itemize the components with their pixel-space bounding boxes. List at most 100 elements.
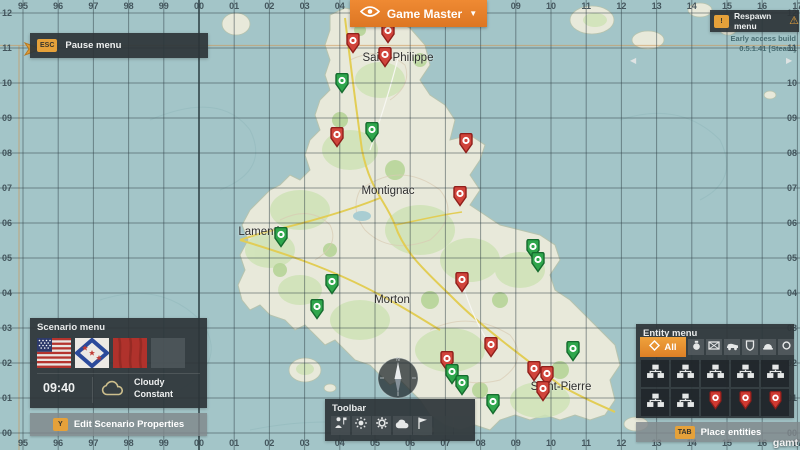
tab-all[interactable]: All — [640, 337, 686, 357]
fia-flag[interactable] — [75, 338, 109, 368]
entity-cell-group[interactable] — [671, 360, 699, 387]
entity-nav-right[interactable]: ▶ — [786, 56, 792, 65]
grid-label: 06 — [787, 218, 797, 228]
entity-cell-red-shield[interactable] — [731, 389, 759, 416]
grid-label: 95 — [18, 1, 28, 11]
entity-nav-left[interactable]: ◀ — [630, 56, 636, 65]
map-marker-red[interactable] — [458, 133, 474, 154]
grid-label: 99 — [159, 438, 169, 448]
grid-label: 09 — [787, 113, 797, 123]
grid-label: 97 — [88, 1, 98, 11]
entity-cell-group[interactable] — [701, 360, 729, 387]
entity-category-tabs: All — [640, 337, 794, 357]
toolbar-button-weather[interactable] — [393, 416, 412, 435]
map-marker-green[interactable] — [485, 394, 501, 415]
entity-cell-group[interactable] — [641, 389, 669, 416]
toolbar-empty-slot — [454, 416, 473, 435]
us-flag[interactable] — [37, 338, 71, 368]
grid-label: 95 — [18, 438, 28, 448]
map-marker-green[interactable] — [454, 375, 470, 396]
map-marker-green[interactable] — [565, 341, 581, 362]
grid-label: 10 — [787, 78, 797, 88]
map-marker-red[interactable] — [329, 127, 345, 148]
map-marker-green[interactable] — [334, 73, 350, 94]
toolbar-button-gear[interactable] — [372, 416, 391, 435]
grid-label: 14 — [687, 1, 697, 11]
weather-icon — [395, 417, 410, 435]
game-master-banner[interactable]: Game Master ▼ — [350, 0, 487, 27]
group-icon — [646, 363, 665, 385]
grid-label: 10 — [546, 438, 556, 448]
grid-label: 00 — [194, 1, 204, 11]
pause-menu-bar[interactable]: ESC Pause menu — [30, 33, 208, 58]
warning-icon: ⚠ — [789, 16, 799, 27]
entity-grid — [641, 360, 789, 416]
map-marker-green[interactable] — [273, 227, 289, 248]
grid-label: 98 — [124, 438, 134, 448]
entity-tab-helmet[interactable] — [760, 339, 776, 355]
map-marker-green[interactable] — [324, 274, 340, 295]
entity-cell-group[interactable] — [641, 360, 669, 387]
entity-tab-crate[interactable] — [706, 339, 722, 355]
circle-icon — [781, 338, 792, 356]
grid-label: 01 — [229, 1, 239, 11]
place-entities-label: Place entities — [701, 427, 762, 438]
build-info-line2: 0.5.1.41 [Steam] — [731, 44, 796, 54]
map-marker-green[interactable] — [530, 252, 546, 273]
grid-label: 00 — [2, 428, 12, 438]
map-marker-red[interactable] — [377, 47, 393, 68]
grid-label: 12 — [616, 438, 626, 448]
map-marker-green[interactable] — [309, 299, 325, 320]
crate-icon — [708, 338, 720, 356]
map-marker-red[interactable] — [535, 381, 551, 402]
entity-tab-circle[interactable] — [778, 339, 794, 355]
grid-label: 01 — [229, 438, 239, 448]
grid-label: 04 — [787, 288, 797, 298]
red-flag[interactable] — [113, 338, 147, 368]
grid-label: 10 — [2, 78, 12, 88]
grid-label: 07 — [2, 183, 12, 193]
grid-label: 97 — [88, 438, 98, 448]
empty-slot[interactable] — [151, 338, 185, 368]
entity-tab-grenade[interactable] — [688, 339, 704, 355]
grid-label: 04 — [2, 288, 12, 298]
game-master-screen: 9596979899000102030405060708091011121314… — [0, 0, 800, 450]
esc-key-badge: ESC — [37, 39, 57, 52]
map-marker-red[interactable] — [483, 337, 499, 358]
group-icon — [676, 392, 695, 414]
toolbar-button-players[interactable] — [331, 416, 350, 435]
grid-label: 02 — [2, 358, 12, 368]
grid-label: 11 — [2, 43, 12, 53]
map-marker-red[interactable] — [345, 33, 361, 54]
pause-menu-label: Pause menu — [65, 40, 121, 51]
grid-label: 02 — [264, 1, 274, 11]
entity-cell-group[interactable] — [671, 389, 699, 416]
grid-label: 01 — [2, 393, 12, 403]
map-marker-green[interactable] — [364, 122, 380, 143]
toolbar-button-flag[interactable] — [413, 416, 432, 435]
edit-scenario-properties-button[interactable]: Y Edit Scenario Properties — [30, 413, 207, 436]
entity-cell-red-shield[interactable] — [701, 389, 729, 416]
map-marker-red[interactable] — [452, 186, 468, 207]
helmet-icon — [762, 338, 774, 356]
grid-label: 96 — [53, 438, 63, 448]
town-label-morton: Morton — [374, 294, 410, 306]
entity-tab-shield[interactable] — [742, 339, 758, 355]
entity-tab-vehicle[interactable] — [724, 339, 740, 355]
entity-cell-group[interactable] — [731, 360, 759, 387]
grid-label: 05 — [2, 253, 12, 263]
map-marker-red[interactable] — [454, 272, 470, 293]
grid-label: 12 — [616, 1, 626, 11]
toolbar-button-daytime[interactable] — [352, 416, 371, 435]
grid-label: 10 — [546, 1, 556, 11]
entity-cell-red-shield[interactable] — [761, 389, 789, 416]
entity-cell-group[interactable] — [761, 360, 789, 387]
grid-label: 98 — [124, 1, 134, 11]
group-icon — [706, 363, 725, 385]
respawn-menu-bar[interactable]: ! Respawn menu ⚠ — [710, 10, 799, 32]
grid-label: 99 — [159, 1, 169, 11]
toolbar-empty-slot — [434, 416, 453, 435]
toolbar-buttons — [331, 416, 473, 435]
grid-label: 02 — [264, 438, 274, 448]
diamond-icon — [649, 338, 660, 356]
